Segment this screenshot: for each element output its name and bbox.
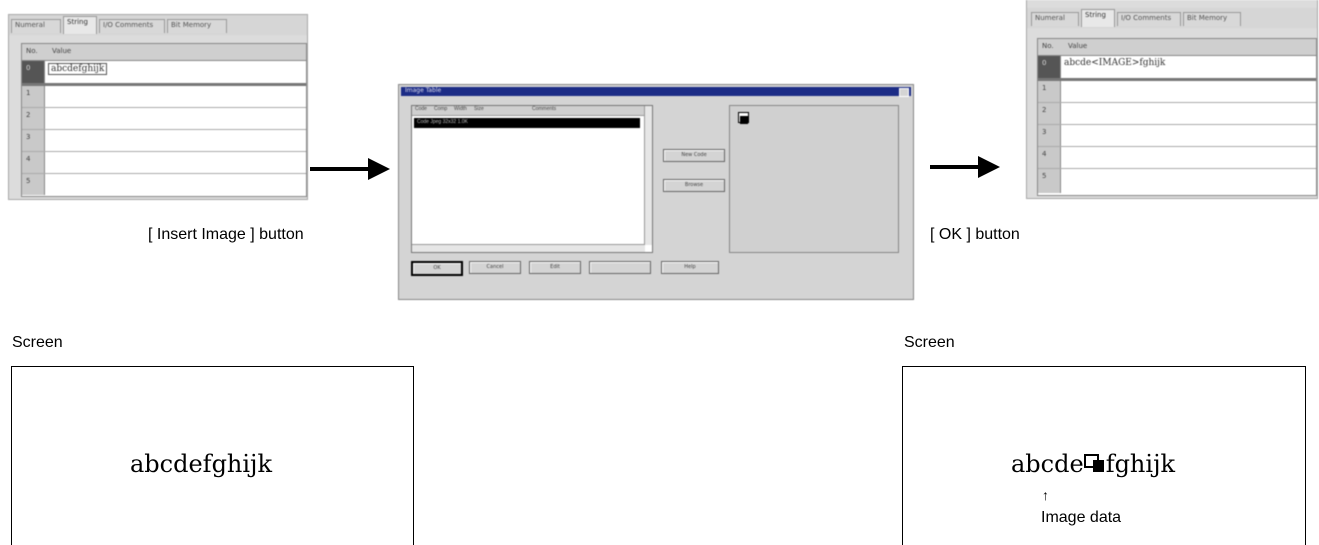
image-list-header: Code Comp Width Size Comments	[412, 106, 652, 116]
row-number: 0	[1038, 56, 1061, 78]
ok-button-label: [ OK ] button	[930, 226, 1020, 243]
table-row[interactable]: 0 abcde<IMAGE>fghijk	[1038, 56, 1316, 81]
list-header-comp: Comp	[434, 106, 448, 112]
table-row[interactable]: 4	[22, 152, 306, 174]
right-tab-numeral[interactable]: Numeral	[1031, 12, 1079, 26]
table-row[interactable]: 3	[1038, 125, 1316, 147]
right-header-value: Value	[1068, 42, 1088, 50]
dialog-title: Image Table	[405, 87, 442, 94]
table-row[interactable]: 1	[1038, 81, 1316, 103]
arrow-right-1	[310, 167, 370, 171]
screen-before-text: abcdefghijk	[130, 450, 273, 478]
blank-button[interactable]	[589, 261, 651, 274]
table-row[interactable]: 3	[22, 130, 306, 152]
right-value-grid: No. Value 0 abcde<IMAGE>fghijk 1 2 3 4 5	[1037, 38, 1317, 196]
row-number: 1	[1038, 81, 1061, 102]
close-icon[interactable]	[899, 88, 909, 97]
horizontal-scrollbar[interactable]	[412, 244, 645, 252]
list-header-code: Code	[415, 106, 427, 112]
table-row[interactable]: 5	[22, 174, 306, 195]
row-number: 5	[1038, 169, 1061, 193]
screen-caption-left: Screen	[12, 334, 63, 351]
row-number: 2	[22, 108, 45, 129]
arrow-head-2	[978, 156, 1000, 178]
left-tab-io-comments[interactable]: I/O Comments	[99, 19, 165, 33]
right-header-no: No.	[1042, 42, 1054, 50]
insert-image-button-label: [ Insert Image ] button	[148, 226, 304, 243]
left-tab-string[interactable]: String	[63, 16, 97, 34]
arrow-head-1	[368, 158, 390, 180]
row-number: 4	[1038, 147, 1061, 168]
table-row[interactable]: 2	[1038, 103, 1316, 125]
row-value[interactable]: abcde<IMAGE>fghijk	[1064, 58, 1165, 68]
row-number: 2	[1038, 103, 1061, 124]
left-header-no: No.	[26, 47, 38, 55]
table-row[interactable]: 1	[22, 86, 306, 108]
list-item[interactable]: Code Jpeg 32x32 1.0K	[414, 118, 640, 128]
left-value-grid: No. Value 0 abcdefghijk 1 2 3 4 5	[21, 43, 307, 197]
image-list[interactable]: Code Comp Width Size Comments Code Jpeg …	[411, 105, 653, 253]
dialog-title-bar: Image Table	[401, 87, 911, 97]
row-number: 4	[22, 152, 45, 173]
table-row[interactable]: 0 abcdefghijk	[22, 61, 306, 86]
table-row[interactable]: 2	[22, 108, 306, 130]
browse-button[interactable]: Browse	[663, 179, 725, 192]
left-grid-header: No. Value	[22, 44, 306, 61]
row-number: 1	[22, 86, 45, 107]
row-number: 0	[22, 61, 45, 83]
right-tab-string[interactable]: String	[1081, 9, 1115, 27]
image-data-square	[740, 116, 748, 124]
image-data-annotation: Image data	[1041, 509, 1122, 526]
edit-button[interactable]: Edit	[529, 261, 581, 274]
table-row[interactable]: 5	[1038, 169, 1316, 193]
arrow-right-2	[930, 165, 980, 169]
list-header-width: Width	[454, 106, 467, 112]
row-number: 5	[22, 174, 45, 195]
left-header-value: Value	[52, 47, 72, 55]
help-button[interactable]: Help	[661, 261, 719, 274]
right-tab-bit-memory[interactable]: Bit Memory	[1183, 12, 1241, 26]
up-arrow-icon: ↑	[1042, 487, 1049, 503]
left-string-editor: Numeral String I/O Comments Bit Memory N…	[8, 14, 308, 200]
row-number: 3	[22, 130, 45, 151]
right-tab-io-comments[interactable]: I/O Comments	[1117, 12, 1181, 26]
table-row[interactable]: 4	[1038, 147, 1316, 169]
row-number: 3	[1038, 125, 1061, 146]
screen-after: abcde fghijk ↑ Image data	[902, 366, 1306, 545]
vertical-scrollbar[interactable]	[644, 106, 652, 245]
ok-button[interactable]: OK	[411, 261, 463, 276]
left-tab-bar: Numeral String I/O Comments Bit Memory	[9, 15, 307, 35]
row-value[interactable]: abcdefghijk	[48, 63, 108, 75]
screen-caption-right: Screen	[904, 334, 955, 351]
left-tab-numeral[interactable]: Numeral	[11, 19, 61, 33]
image-table-dialog: Image Table Code Comp Width Size Comment…	[398, 84, 914, 300]
right-string-editor: Numeral String I/O Comments Bit Memory N…	[1026, 0, 1318, 199]
screen-after-text: abcde fghijk	[1011, 450, 1175, 478]
screen-before: abcdefghijk	[11, 366, 414, 545]
cancel-button[interactable]: Cancel	[469, 261, 521, 274]
screen-after-text-after: fghijk	[1105, 450, 1176, 478]
image-data-icon	[1083, 451, 1106, 475]
image-preview	[729, 105, 899, 253]
left-tab-bit-memory[interactable]: Bit Memory	[167, 19, 227, 33]
right-grid-header: No. Value	[1038, 39, 1316, 56]
new-code-button[interactable]: New Code	[663, 149, 725, 162]
list-header-comments: Comments	[532, 106, 557, 112]
list-header-size: Size	[474, 106, 484, 112]
right-tab-bar: Numeral String I/O Comments Bit Memory	[1027, 8, 1317, 28]
screen-after-text-before: abcde	[1011, 450, 1084, 478]
